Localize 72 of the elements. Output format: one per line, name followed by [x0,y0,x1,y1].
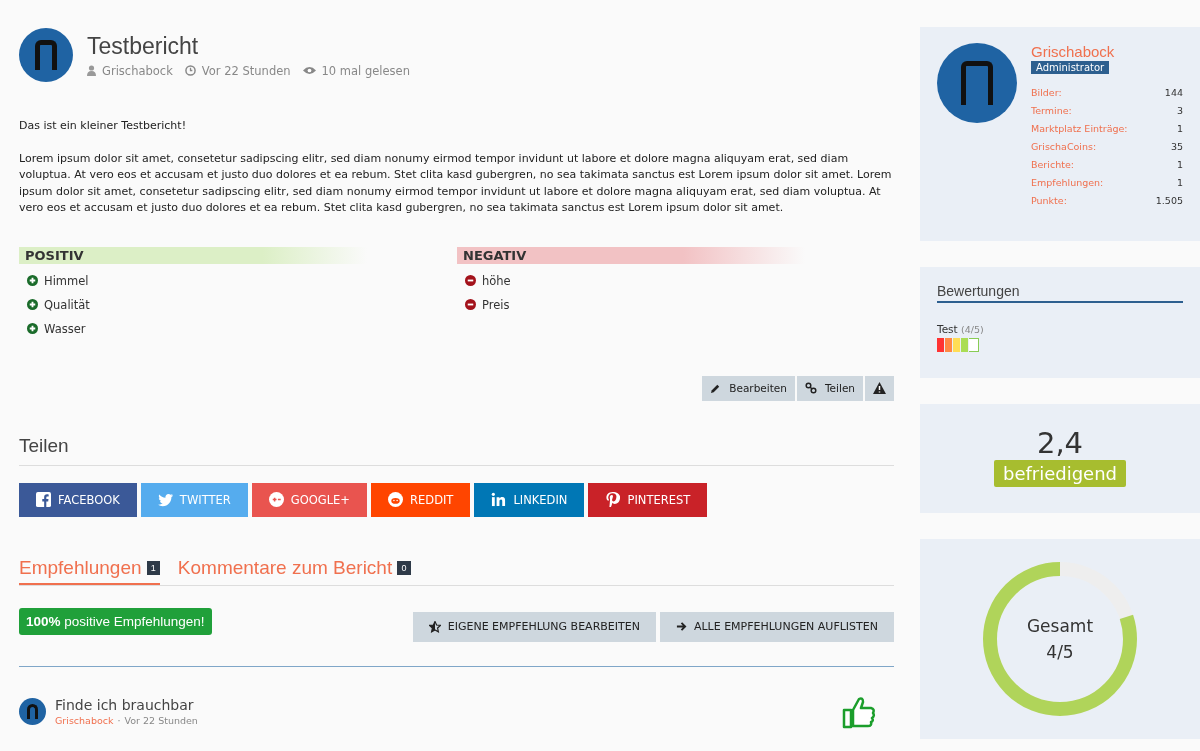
stat-value: 1 [1176,159,1183,170]
minus-icon [465,275,476,286]
list-item-text: Himmel [44,273,89,288]
clock-icon [184,65,196,76]
pencil-icon [710,382,722,394]
post-time: Vor 22 Stunden [201,63,291,78]
stat-value: 1.505 [1155,195,1183,206]
section-heading: Teilen [19,434,894,466]
stat-value: 3 [1176,105,1183,116]
list-item-text: Qualität [44,297,90,312]
section-heading: Bewertungen [937,283,1183,303]
thumbs-up-icon [842,694,876,729]
report-button[interactable] [865,375,894,401]
arrow-right-icon [675,621,687,632]
reddit-logo-icon [388,492,403,507]
stat-value: 1 [1176,177,1183,188]
body-paragraph: Das ist ein kleiner Testbericht! [19,118,188,134]
stat-label: Punkte: [1031,195,1067,206]
google-share-button[interactable]: GOOGLE+ [251,482,367,517]
comment-title: Finde ich brauchbar [55,697,195,713]
grade-badge: befriedigend [993,460,1127,487]
grade-value: 2,4 [1036,426,1084,460]
plus-icon [27,275,38,286]
twitter-logo-icon [157,492,173,507]
list-item-text: Wasser [44,321,86,336]
user-icon [87,65,96,76]
stat-label: Marktplatz Einträge: [1031,123,1128,134]
rating-label: Test (4/5) [937,323,985,335]
plus-icon [27,323,38,334]
view-count: 10 mal gelesen [321,63,410,78]
linkedin-share-button[interactable]: LINKEDIN [474,482,585,517]
body-paragraph: Lorem ipsum dolor sit amet, consetetur sadipscing elitr, sed diam nonumy eirmod tempor invidunt ut labore et dolore magna aliquyam erat, sed diam voluptua. At vero eos et accusam et justo duo dolores et ea rebum. Stet clita kasd gubergren, no sea takimata sanctus est Lorem ipsum dolor sit amet. Lorem ipsum dolor sit amet, consetetur sadipscing elitr, sed diam nonumy eirmod tempor invidunt ut labore et dolore magna aliquyam erat, sed diam voluptua. At vero eos et accusam et justo duo dolores et ea rebum. Stet clita kasd gubergren, no sea takimata sanctus est Lorem ipsum dolor sit amet. [19,150,893,216]
share-link-button[interactable]: Teilen [796,375,863,401]
list-item-text: Preis [482,297,510,312]
google-logo-icon [268,492,284,507]
stat-value: 35 [1170,141,1183,152]
edit-button[interactable]: Bearbeiten [702,375,795,401]
article-title: Testbericht [87,32,200,60]
facebook-logo-icon [36,492,51,507]
author-link[interactable]: Grischabock [55,715,114,726]
role-badge: Administrator [1031,61,1110,74]
separator-dot: · [117,715,121,726]
link-icon [804,382,817,394]
tab[interactable]: Kommentare zum Bericht 0 [177,556,411,585]
stat-value: 144 [1164,87,1183,98]
facebook-share-button[interactable]: FACEBOOK [19,482,137,517]
minus-icon [465,299,476,310]
edit-recommendation-button[interactable]: EIGENE EMPFEHLUNG BEARBEITEN [412,611,656,642]
avatar-image [19,28,73,82]
avatar-image [19,698,46,725]
linkedin-logo-icon [491,492,507,507]
warning-icon [873,382,886,394]
stat-label: Termine: [1031,105,1072,116]
stat-label: GrischaCoins: [1031,141,1097,152]
author-link[interactable]: Grischabock [102,63,173,78]
stat-label: Empfehlungen: [1031,177,1104,188]
eye-icon [302,66,316,75]
stat-label: Berichte: [1031,159,1074,170]
half-star-icon [428,620,441,633]
donut-label: Gesamt [1026,615,1094,638]
stat-value: 1 [1176,123,1183,134]
plus-icon [27,299,38,310]
tab[interactable]: Empfehlungen 1 [19,556,160,585]
comment-time: Vor 22 Stunden [124,715,198,726]
pinterest-logo-icon [605,492,621,507]
list-recommendations-button[interactable]: ALLE EMPFEHLUNGEN AUFLISTEN [659,611,894,642]
stat-label: Bilder: [1031,87,1062,98]
positive-badge: 100% positive Empfehlungen! [19,607,212,635]
pinterest-share-button[interactable]: PINTEREST [588,482,708,517]
donut-score: 4/5 [1046,641,1074,664]
list-item-text: höhe [482,273,511,288]
reddit-share-button[interactable]: REDDIT [371,482,471,517]
